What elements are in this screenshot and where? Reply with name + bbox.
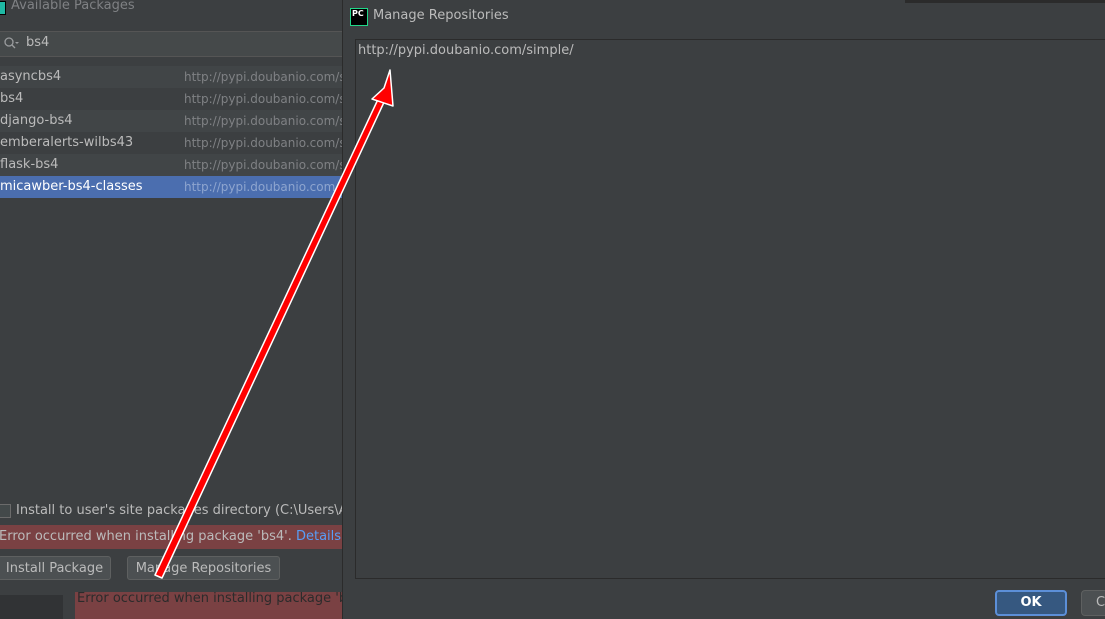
manage-repositories-button[interactable]: Manage Repositories	[127, 556, 280, 580]
package-row[interactable]: asyncbs4 http://pypi.doubanio.com/simple…	[0, 66, 342, 88]
package-repo: http://pypi.doubanio.com/simple/	[184, 158, 342, 172]
package-list: asyncbs4 http://pypi.doubanio.com/simple…	[0, 66, 342, 198]
package-row[interactable]: emberalerts-wilbs43 http://pypi.doubanio…	[0, 132, 342, 154]
package-name: micawber-bs4-classes	[0, 179, 143, 194]
cancel-button[interactable]: Cancel	[1081, 590, 1105, 616]
package-name: bs4	[0, 91, 24, 106]
available-packages-titlebar: Available Packages	[0, 0, 342, 16]
error-message-line: Error occurred when installing package '…	[0, 529, 342, 544]
package-name: emberalerts-wilbs43	[0, 135, 134, 150]
search-value: bs4	[26, 35, 50, 50]
install-package-button[interactable]: Install Package	[0, 556, 111, 580]
repository-item[interactable]: http://pypi.doubanio.com/simple/	[358, 43, 574, 58]
pycharm-icon: PC	[350, 8, 368, 26]
error-banner: Error occurred when installing package '…	[0, 525, 342, 549]
package-repo: http://pypi.doubanio.com/simple/	[184, 136, 342, 150]
error-details-link[interactable]: Details...	[296, 529, 342, 544]
checkbox-box[interactable]	[0, 504, 11, 518]
bottom-error-message: Error occurred when installing package '…	[77, 592, 342, 606]
titlebar-strip	[905, 0, 1105, 3]
pycharm-icon	[0, 1, 6, 15]
package-row[interactable]: bs4 http://pypi.doubanio.com/simple/	[0, 88, 342, 110]
pycharm-icon-text: PC	[352, 9, 364, 18]
package-name: flask-bs4	[0, 157, 59, 172]
available-packages-title: Available Packages	[11, 0, 135, 13]
status-strip	[0, 595, 63, 619]
error-message: Error occurred when installing package '…	[0, 529, 292, 544]
manage-repositories-dialog: PC Manage Repositories http://pypi.douba…	[342, 0, 1105, 619]
package-name: django-bs4	[0, 113, 73, 128]
dialog-title: Manage Repositories	[373, 8, 509, 23]
package-name: asyncbs4	[0, 69, 62, 84]
package-search-input[interactable]: bs4	[0, 31, 342, 57]
package-row-selected[interactable]: micawber-bs4-classes http://pypi.doubani…	[0, 176, 342, 198]
dialog-titlebar: PC Manage Repositories	[343, 0, 1105, 34]
install-user-site-label: Install to user's site packages director…	[16, 503, 342, 518]
repository-list[interactable]: http://pypi.doubanio.com/simple/	[355, 39, 1105, 579]
install-user-site-checkbox[interactable]: Install to user's site packages director…	[0, 500, 342, 522]
bottom-error-banner: Error occurred when installing package '…	[75, 592, 342, 619]
available-packages-panel: Available Packages bs4 asyncbs4 http://p…	[0, 0, 342, 619]
package-row[interactable]: flask-bs4 http://pypi.doubanio.com/simpl…	[0, 154, 342, 176]
ok-button[interactable]: OK	[995, 590, 1067, 616]
package-repo: http://pypi.doubanio.com/simple/	[184, 180, 342, 194]
package-row[interactable]: django-bs4 http://pypi.doubanio.com/simp…	[0, 110, 342, 132]
package-repo: http://pypi.doubanio.com/simple/	[184, 70, 342, 84]
package-repo: http://pypi.doubanio.com/simple/	[184, 114, 342, 128]
search-icon[interactable]	[3, 35, 19, 51]
package-repo: http://pypi.doubanio.com/simple/	[184, 92, 342, 106]
